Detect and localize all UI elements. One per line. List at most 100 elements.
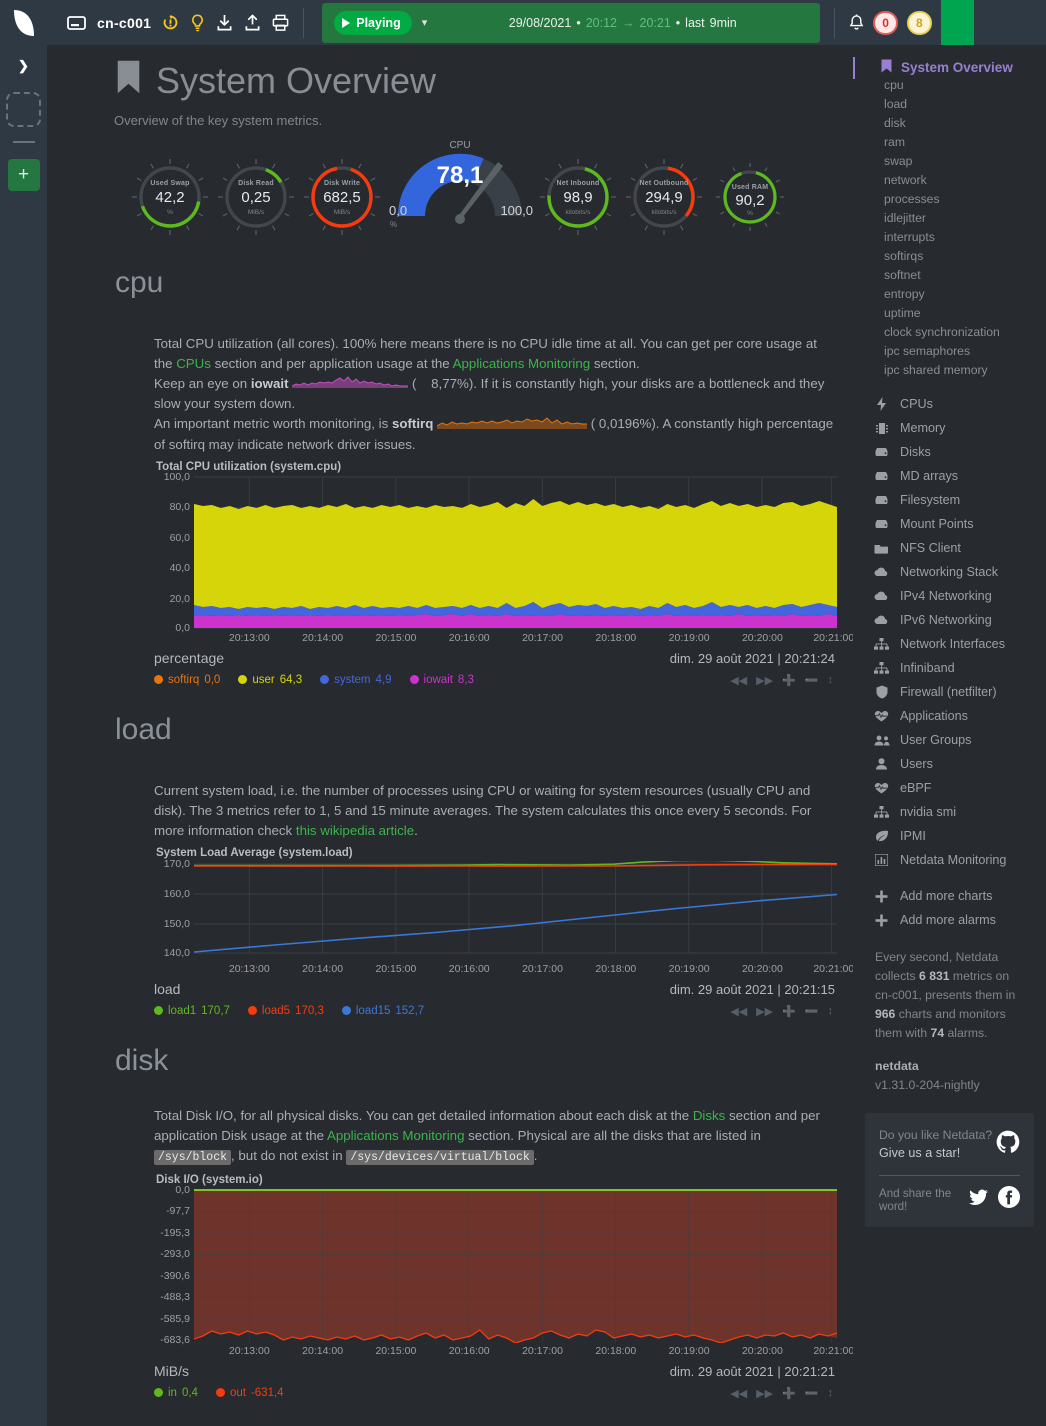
chevron-down-icon[interactable]: ▾: [422, 16, 428, 29]
gauge-used-swap[interactable]: Used Swap 42,2 %: [127, 154, 213, 240]
forward-icon[interactable]: ▶▶: [756, 674, 773, 687]
sidebar-current-section[interactable]: System Overview: [853, 59, 1046, 76]
sidebar-item-swap[interactable]: swap: [853, 152, 1046, 171]
legend-item[interactable]: load15 152,7: [342, 1005, 424, 1017]
resize-icon[interactable]: ↕: [828, 1387, 834, 1400]
legend-item[interactable]: load5 170,3: [248, 1005, 324, 1017]
legend-item[interactable]: load1 170,7: [154, 1005, 230, 1017]
sidebar-item-cpus[interactable]: CPUs: [853, 392, 1046, 416]
sidebar-item-ipmi[interactable]: IPMI: [853, 824, 1046, 848]
zoom-out-icon[interactable]: ➖: [805, 1005, 819, 1018]
sidebar-item-netdata-monitoring[interactable]: Netdata Monitoring: [853, 848, 1046, 872]
import-icon[interactable]: [216, 14, 233, 32]
link-applications-monitoring-disk[interactable]: Applications Monitoring: [327, 1128, 464, 1143]
sidebar-item-users[interactable]: Users: [853, 752, 1046, 776]
sidebar-item-nfs-client[interactable]: NFS Client: [853, 536, 1046, 560]
sidebar-item-entropy[interactable]: entropy: [853, 285, 1046, 304]
sidebar-item-idlejitter[interactable]: idlejitter: [853, 209, 1046, 228]
sidebar-item-firewall-netfilter[interactable]: Firewall (netfilter): [853, 680, 1046, 704]
print-icon[interactable]: [272, 14, 289, 32]
export-icon[interactable]: [244, 14, 261, 32]
sidebar-item-load[interactable]: load: [853, 95, 1046, 114]
update-available-icon[interactable]: [162, 14, 179, 31]
chart-system-load[interactable]: System Load Average (system.load) 170,0 …: [115, 847, 837, 1018]
forward-icon[interactable]: ▶▶: [756, 1005, 773, 1018]
chart-system-cpu[interactable]: Total CPU utilization (system.cpu) 100,0…: [115, 461, 837, 687]
facebook-icon[interactable]: [998, 1186, 1020, 1213]
gauge-disk-read[interactable]: Disk Read 0,25 MiB/s: [213, 154, 299, 240]
add-node-button[interactable]: +: [8, 159, 40, 191]
legend-item[interactable]: user 64,3: [238, 674, 302, 686]
gauge-disk-write[interactable]: Disk Write 682,5 MiB/s: [299, 154, 385, 240]
sidebar-item-infiniband[interactable]: Infiniband: [853, 656, 1046, 680]
sidebar-item-mount-points[interactable]: Mount Points: [853, 512, 1046, 536]
link-cpus[interactable]: CPUs: [176, 356, 211, 371]
resize-icon[interactable]: ↕: [828, 674, 834, 687]
sidebar-item-disk[interactable]: disk: [853, 114, 1046, 133]
sidebar-item-ebpf[interactable]: eBPF: [853, 776, 1046, 800]
play-pause-button[interactable]: Playing: [334, 11, 411, 35]
sidebar-item-applications[interactable]: Applications: [853, 704, 1046, 728]
zoom-out-icon[interactable]: ➖: [805, 1387, 819, 1400]
sidebar-item-disks[interactable]: Disks: [853, 440, 1046, 464]
github-icon[interactable]: [996, 1130, 1020, 1159]
lightbulb-icon[interactable]: [190, 14, 205, 32]
gauge-net-outbound[interactable]: Net Outbound 294,9 kilobits/s: [621, 154, 707, 240]
sidebar-item-interrupts[interactable]: interrupts: [853, 228, 1046, 247]
chart-plot-area[interactable]: [194, 861, 837, 961]
legend-item[interactable]: out -631,4: [216, 1387, 284, 1399]
link-disks[interactable]: Disks: [693, 1108, 726, 1123]
zoom-out-icon[interactable]: ➖: [805, 674, 819, 687]
sidebar-item-softirqs[interactable]: softirqs: [853, 247, 1046, 266]
sidebar-add-more-alarms[interactable]: Add more alarms: [853, 908, 1046, 932]
sidebar-item-nvidia-smi[interactable]: nvidia smi: [853, 800, 1046, 824]
twitter-icon[interactable]: [969, 1189, 988, 1211]
gauge-net-inbound[interactable]: Net Inbound 98,9 kilobits/s: [535, 154, 621, 240]
zoom-in-icon[interactable]: ➕: [782, 1005, 796, 1018]
chart-plot-area[interactable]: [194, 475, 837, 630]
bell-icon[interactable]: [849, 14, 864, 32]
legend-item[interactable]: in 0,4: [154, 1387, 198, 1399]
resize-icon[interactable]: ↕: [828, 1005, 834, 1018]
sidebar-add-more-charts[interactable]: Add more charts: [853, 884, 1046, 908]
netdata-logo-icon[interactable]: [0, 0, 47, 45]
chart-plot-area[interactable]: [194, 1188, 837, 1343]
rewind-icon[interactable]: ◀◀: [730, 674, 747, 687]
link-wikipedia[interactable]: this wikipedia article: [296, 823, 414, 838]
time-range-picker[interactable]: Playing ▾ 29/08/2021 • 20:12 → 20:21 • l…: [322, 3, 820, 43]
chart-system-io[interactable]: Disk I/O (system.io) 0,0 -97,7 -195,3 -2…: [115, 1174, 837, 1400]
sidebar-item-filesystem[interactable]: Filesystem: [853, 488, 1046, 512]
zoom-in-icon[interactable]: ➕: [782, 1387, 796, 1400]
signin-button[interactable]: [941, 0, 974, 45]
warning-alarms-badge[interactable]: 8: [907, 11, 932, 35]
forward-icon[interactable]: ▶▶: [756, 1387, 773, 1400]
gauge-cpu[interactable]: CPU 78,1 0,0 % 100,0: [385, 140, 535, 240]
legend-item[interactable]: softirq 0,0: [154, 674, 220, 686]
node-placeholder-slot[interactable]: [6, 92, 41, 127]
sidebar-item-networking-stack[interactable]: Networking Stack: [853, 560, 1046, 584]
sidebar-item-md-arrays[interactable]: MD arrays: [853, 464, 1046, 488]
sidebar-item-ipv6-networking[interactable]: IPv6 Networking: [853, 608, 1046, 632]
gauge-used-ram[interactable]: Used RAM 90,2 %: [707, 154, 793, 240]
sidebar-item-clock-synchronization[interactable]: clock synchronization: [853, 323, 1046, 342]
sidebar-item-uptime[interactable]: uptime: [853, 304, 1046, 323]
sidebar-item-network-interfaces[interactable]: Network Interfaces: [853, 632, 1046, 656]
sidebar-item-ipv4-networking[interactable]: IPv4 Networking: [853, 584, 1046, 608]
sidebar-item-ram[interactable]: ram: [853, 133, 1046, 152]
sidebar-item-user-groups[interactable]: User Groups: [853, 728, 1046, 752]
sidebar-item-softnet[interactable]: softnet: [853, 266, 1046, 285]
sidebar-item-network[interactable]: network: [853, 171, 1046, 190]
expand-sidebar-chevron-icon[interactable]: ❯: [18, 59, 29, 72]
legend-item[interactable]: system 4,9: [320, 674, 391, 686]
sidebar-item-ipc-semaphores[interactable]: ipc semaphores: [853, 342, 1046, 361]
sidebar-item-memory[interactable]: Memory: [853, 416, 1046, 440]
sidebar-item-processes[interactable]: processes: [853, 190, 1046, 209]
sidebar-item-cpu[interactable]: cpu: [853, 76, 1046, 95]
legend-item[interactable]: iowait 8,3: [410, 674, 474, 686]
sidebar-item-ipc-shared-memory[interactable]: ipc shared memory: [853, 361, 1046, 380]
rewind-icon[interactable]: ◀◀: [730, 1387, 747, 1400]
link-applications-monitoring[interactable]: Applications Monitoring: [453, 356, 590, 371]
rewind-icon[interactable]: ◀◀: [730, 1005, 747, 1018]
critical-alarms-badge[interactable]: 0: [873, 11, 898, 35]
zoom-in-icon[interactable]: ➕: [782, 674, 796, 687]
